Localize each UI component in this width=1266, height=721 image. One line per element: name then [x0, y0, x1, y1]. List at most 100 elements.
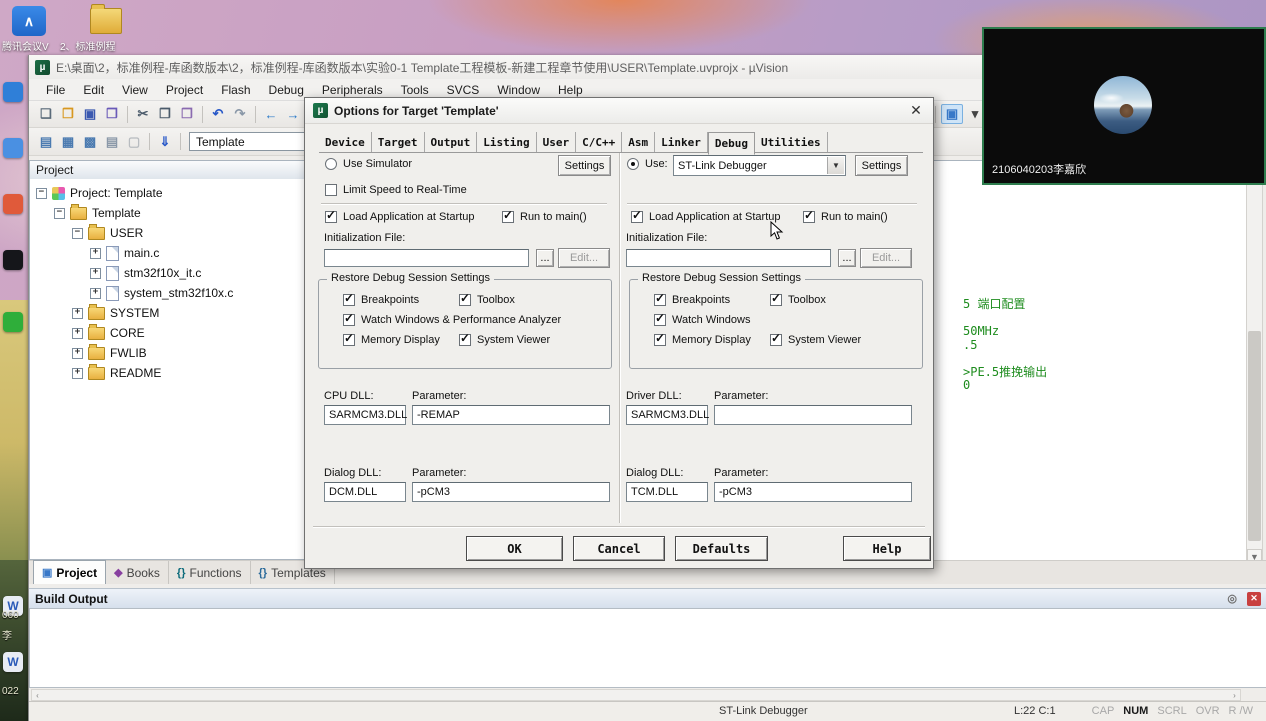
- sim-init-file-input[interactable]: [324, 249, 529, 267]
- checkbox-icon[interactable]: [502, 208, 514, 223]
- desktop-shortcut-blue-2[interactable]: [3, 138, 23, 158]
- desktop-folder-icon[interactable]: [90, 4, 122, 34]
- editor-vertical-scrollbar[interactable]: ▲ ▼: [1246, 160, 1263, 565]
- dialog-tab-device[interactable]: Device: [319, 132, 372, 152]
- redo-icon[interactable]: ↷: [230, 105, 250, 123]
- radio-icon[interactable]: [325, 158, 337, 170]
- dialog-tab-listing[interactable]: Listing: [477, 132, 537, 152]
- dialog-titlebar[interactable]: µ Options for Target 'Template' ✕: [305, 98, 933, 124]
- checkbox-icon[interactable]: [654, 331, 666, 346]
- hw-load-app-checkbox[interactable]: Load Application at Startup: [631, 208, 780, 223]
- menu-file[interactable]: File: [37, 81, 74, 99]
- limit-speed-checkbox[interactable]: Limit Speed to Real-Time: [325, 184, 467, 196]
- sim-browse-button[interactable]: ...: [536, 249, 554, 267]
- desktop-shortcut-blue-1[interactable]: [3, 82, 23, 102]
- menu-peripherals[interactable]: Peripherals: [313, 81, 392, 99]
- menu-help[interactable]: Help: [549, 81, 592, 99]
- batch-build-icon[interactable]: ▤: [102, 133, 122, 151]
- cut-icon[interactable]: ✂: [133, 105, 153, 123]
- checkbox-icon[interactable]: [459, 291, 471, 306]
- collapse-icon[interactable]: −: [36, 187, 47, 199]
- hw-dialog-dll-input[interactable]: TCM.DLL: [626, 482, 708, 502]
- expand-icon[interactable]: +: [72, 307, 83, 319]
- expand-icon[interactable]: +: [72, 327, 83, 339]
- expand-icon[interactable]: +: [90, 247, 101, 259]
- checkbox-icon[interactable]: [343, 331, 355, 346]
- sim-toolbox-checkbox[interactable]: Toolbox: [459, 291, 515, 306]
- expand-icon[interactable]: +: [90, 287, 101, 299]
- scroll-left-icon[interactable]: ‹: [32, 690, 43, 700]
- chevron-down-icon[interactable]: ▼: [827, 157, 844, 174]
- hw-sysviewer-checkbox[interactable]: System Viewer: [770, 331, 861, 346]
- dialog-tab-output[interactable]: Output: [425, 132, 478, 152]
- debugger-settings-button[interactable]: Settings: [855, 155, 908, 176]
- desktop-shortcut-qq[interactable]: [3, 250, 23, 270]
- menu-tools[interactable]: Tools: [392, 81, 438, 99]
- sim-load-app-checkbox[interactable]: Load Application at Startup: [325, 208, 474, 223]
- checkbox-icon[interactable]: [654, 291, 666, 306]
- checkbox-icon[interactable]: [343, 311, 355, 326]
- checkbox-icon[interactable]: [654, 311, 666, 326]
- checkbox-icon[interactable]: [325, 208, 337, 223]
- expand-icon[interactable]: +: [72, 367, 83, 379]
- radio-icon[interactable]: [627, 158, 639, 170]
- hw-breakpoints-checkbox[interactable]: Breakpoints: [654, 291, 730, 306]
- hw-toolbox-checkbox[interactable]: Toolbox: [770, 291, 826, 306]
- checkbox-icon[interactable]: [770, 331, 782, 346]
- dialog-close-icon[interactable]: ✕: [907, 102, 925, 119]
- defaults-button[interactable]: Defaults: [675, 536, 768, 561]
- undo-icon[interactable]: ↶: [208, 105, 228, 123]
- window-layout-icon[interactable]: ▣: [941, 104, 963, 124]
- checkbox-icon[interactable]: [343, 291, 355, 306]
- tab-books[interactable]: ◆ Books: [106, 561, 169, 584]
- new-file-icon[interactable]: ❏: [36, 105, 56, 123]
- menu-edit[interactable]: Edit: [74, 81, 113, 99]
- desktop-shortcut-green[interactable]: [3, 312, 23, 332]
- cpu-param-input[interactable]: -REMAP: [412, 405, 610, 425]
- tree-item-core[interactable]: + CORE: [30, 323, 338, 343]
- driver-dll-input[interactable]: SARMCM3.DLL: [626, 405, 709, 425]
- checkbox-icon[interactable]: [459, 331, 471, 346]
- dialog-tab-asm[interactable]: Asm: [622, 132, 656, 152]
- sim-dialog-dll-input[interactable]: DCM.DLL: [324, 482, 406, 502]
- translate-icon[interactable]: ▤: [36, 133, 56, 151]
- debugger-select[interactable]: ST-Link Debugger ▼: [673, 155, 846, 176]
- checkbox-icon[interactable]: [803, 208, 815, 223]
- expand-icon[interactable]: +: [72, 347, 83, 359]
- sim-dialog-param-input[interactable]: -pCM3: [412, 482, 610, 502]
- tree-item-system-stm32f10x-c[interactable]: + system_stm32f10x.c: [30, 283, 338, 303]
- sim-memory-checkbox[interactable]: Memory Display: [343, 331, 440, 346]
- menu-view[interactable]: View: [113, 81, 157, 99]
- output-horizontal-scrollbar[interactable]: ‹ ›: [31, 689, 1241, 701]
- tree-item-project-template[interactable]: − Project: Template: [30, 183, 338, 203]
- checkbox-icon[interactable]: [325, 184, 337, 196]
- collapse-icon[interactable]: −: [54, 207, 65, 219]
- menu-debug[interactable]: Debug: [260, 81, 313, 99]
- download-icon[interactable]: ⇓: [155, 133, 175, 151]
- menu-svcs[interactable]: SVCS: [438, 81, 489, 99]
- pin-icon[interactable]: ◎: [1227, 592, 1237, 605]
- sim-sysviewer-checkbox[interactable]: System Viewer: [459, 331, 550, 346]
- sim-edit-button[interactable]: Edit...: [558, 248, 610, 268]
- dialog-tab-target[interactable]: Target: [372, 132, 425, 152]
- sim-run-main-checkbox[interactable]: Run to main(): [502, 208, 587, 223]
- scrollbar-thumb[interactable]: [1248, 331, 1261, 541]
- nav-forward-icon[interactable]: →: [283, 105, 303, 123]
- hw-init-file-input[interactable]: [626, 249, 831, 267]
- menu-project[interactable]: Project: [157, 81, 212, 99]
- checkbox-icon[interactable]: [631, 208, 643, 223]
- sim-watch-checkbox[interactable]: Watch Windows & Performance Analyzer: [343, 311, 561, 326]
- save-icon[interactable]: ▣: [80, 105, 100, 123]
- dialog-tab-utilities[interactable]: Utilities: [755, 132, 828, 152]
- expand-icon[interactable]: +: [90, 267, 101, 279]
- tree-item-stm32f10x-it-c[interactable]: + stm32f10x_it.c: [30, 263, 338, 283]
- save-all-icon[interactable]: ❒: [102, 105, 122, 123]
- tree-item-fwlib[interactable]: + FWLIB: [30, 343, 338, 363]
- dialog-tab-linker[interactable]: Linker: [655, 132, 708, 152]
- sim-breakpoints-checkbox[interactable]: Breakpoints: [343, 291, 419, 306]
- tab-functions[interactable]: {} Functions: [169, 561, 251, 584]
- dialog-tab-debug[interactable]: Debug: [707, 132, 755, 155]
- tree-item-main-c[interactable]: + main.c: [30, 243, 338, 263]
- copy-icon[interactable]: ❐: [155, 105, 175, 123]
- use-simulator-radio[interactable]: Use Simulator: [325, 158, 412, 170]
